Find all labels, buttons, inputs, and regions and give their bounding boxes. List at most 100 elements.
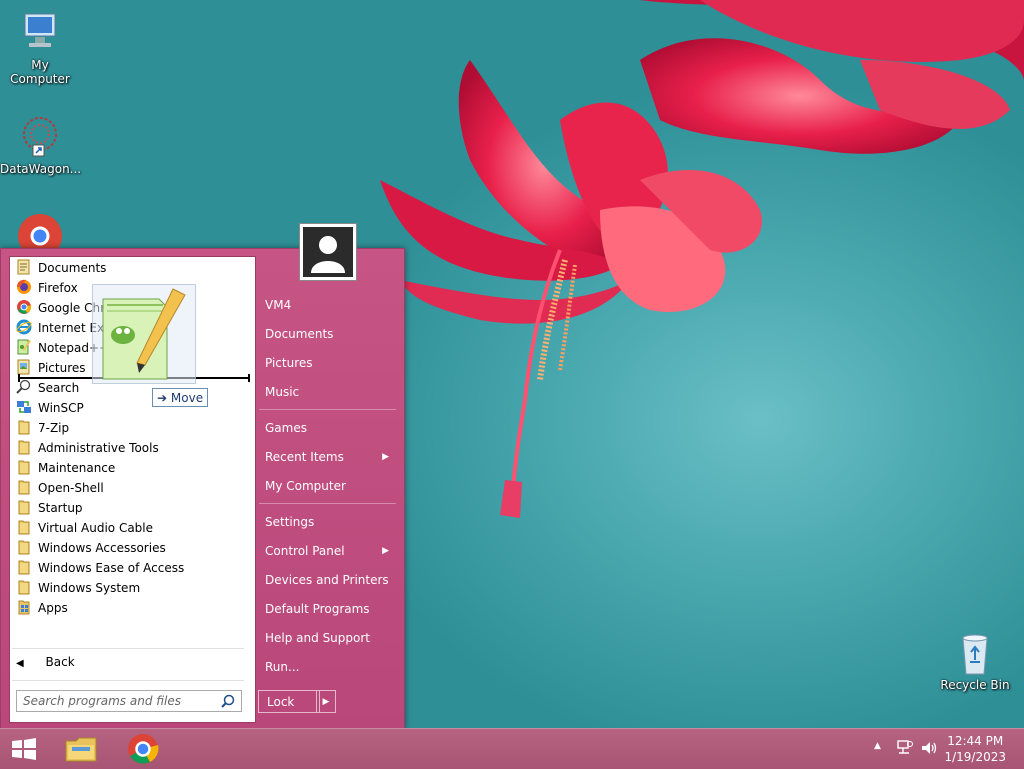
- program-item[interactable]: Apps: [16, 598, 248, 618]
- program-item[interactable]: Open-Shell: [16, 478, 248, 498]
- program-item[interactable]: Administrative Tools: [16, 438, 248, 458]
- chevron-right-icon: ▶: [322, 697, 330, 707]
- start-menu-right-item-label: Help and Support: [265, 631, 370, 645]
- desktop-icon-label: DataWagon...: [0, 162, 82, 176]
- drag-ghost-notepadpp: [92, 284, 196, 384]
- program-item-label: 7-Zip: [38, 421, 70, 435]
- folder-icon: [16, 559, 32, 575]
- back-button[interactable]: ◀ Back: [16, 652, 248, 672]
- folder-icon: [16, 539, 32, 555]
- start-menu-right-item-label: Devices and Printers: [265, 573, 389, 587]
- desktop-icon-label: Recycle Bin: [940, 678, 1010, 692]
- program-item-label: Firefox: [38, 281, 78, 295]
- divider: [12, 680, 244, 681]
- search-box[interactable]: [16, 690, 242, 712]
- clock-date: 1/19/2023: [944, 750, 1006, 764]
- start-menu-right-item[interactable]: Help and Support: [265, 628, 395, 648]
- search-icon[interactable]: [221, 694, 235, 708]
- desktop-icon-my-computer[interactable]: My Computer: [0, 10, 80, 86]
- desktop-icon-label: My Computer: [10, 58, 70, 86]
- program-item[interactable]: Documents: [16, 258, 248, 278]
- start-menu-right-item[interactable]: My Computer: [265, 476, 395, 496]
- notepadpp-icon: [102, 288, 186, 380]
- program-item[interactable]: WinSCP: [16, 398, 248, 418]
- program-item[interactable]: Maintenance: [16, 458, 248, 478]
- program-item[interactable]: Startup: [16, 498, 248, 518]
- start-menu-right-item[interactable]: Settings: [265, 512, 395, 532]
- start-menu-right-item-label: Control Panel: [265, 544, 345, 558]
- program-item[interactable]: Virtual Audio Cable: [16, 518, 248, 538]
- start-menu-right-item[interactable]: Games: [265, 418, 395, 438]
- network-icon[interactable]: [896, 739, 914, 757]
- start-menu-right-item[interactable]: Devices and Printers: [265, 570, 395, 590]
- submenu-arrow-icon: ▶: [382, 452, 389, 462]
- ie-icon: [16, 319, 32, 335]
- start-menu-right-item[interactable]: Documents: [265, 324, 395, 344]
- datawagon-icon: [17, 114, 63, 160]
- user-avatar-icon: [303, 227, 353, 277]
- chrome-icon: [128, 734, 159, 764]
- file-explorer-icon: [65, 737, 97, 762]
- program-item-label: Startup: [38, 501, 83, 515]
- start-menu-right-item[interactable]: Pictures: [265, 353, 395, 373]
- folder-icon: [16, 579, 32, 595]
- program-item[interactable]: Windows Ease of Access: [16, 558, 248, 578]
- start-menu-right-item-label: My Computer: [265, 479, 346, 493]
- program-item[interactable]: 7-Zip: [16, 418, 248, 438]
- start-menu-right-item[interactable]: Recent Items ▶: [265, 447, 395, 467]
- folder-icon: [16, 419, 32, 435]
- start-menu-right-item-label: Music: [265, 385, 300, 399]
- start-menu-right-item[interactable]: Music: [265, 382, 395, 402]
- start-menu-right-item-label: Documents: [265, 327, 334, 341]
- taskbar-file-explorer[interactable]: [64, 733, 98, 765]
- submenu-arrow-icon: ▶: [382, 546, 389, 556]
- program-item-label: Apps: [38, 601, 68, 615]
- start-menu-right-item[interactable]: Control Panel ▶: [265, 541, 395, 561]
- program-item-label: Windows Ease of Access: [38, 561, 185, 575]
- program-item-label: WinSCP: [38, 401, 84, 415]
- taskbar: ▲ 12:44 PM 1/19/2023: [0, 728, 1024, 769]
- firefox-icon: [16, 279, 32, 295]
- folder-icon: [16, 479, 32, 495]
- program-item-label: Open-Shell: [38, 481, 104, 495]
- search-input[interactable]: [17, 691, 225, 711]
- apps-icon: [16, 599, 32, 615]
- start-menu-right-item-label: Pictures: [265, 356, 313, 370]
- tray-overflow-chevron-icon[interactable]: ▲: [874, 741, 881, 751]
- program-item-label: Search: [38, 381, 80, 395]
- separator: [259, 409, 396, 410]
- program-item-label: Virtual Audio Cable: [38, 521, 154, 535]
- lock-button[interactable]: Lock: [258, 690, 320, 713]
- program-item-label: Windows Accessories: [38, 541, 166, 555]
- clock-time: 12:44 PM: [947, 734, 1004, 748]
- start-menu-right-item-label: VM4: [265, 298, 292, 312]
- program-item-label: Maintenance: [38, 461, 116, 475]
- volume-icon[interactable]: [920, 739, 938, 757]
- tray-clock[interactable]: 12:44 PM 1/19/2023: [944, 733, 1006, 765]
- user-picture[interactable]: [300, 224, 356, 280]
- start-menu-right-item[interactable]: Run...: [265, 657, 395, 677]
- start-menu-right-item[interactable]: VM4: [265, 295, 395, 315]
- start-menu-right-item-label: Run...: [265, 660, 300, 674]
- separator: [259, 503, 396, 504]
- taskbar-chrome[interactable]: [126, 732, 160, 766]
- start-menu-right-item[interactable]: Default Programs: [265, 599, 395, 619]
- desktop-icon-datawagon[interactable]: DataWagon...: [0, 114, 82, 176]
- windows-logo-icon: [12, 738, 36, 760]
- program-item-label: Pictures: [38, 361, 86, 375]
- chrome-icon: [16, 299, 32, 315]
- winscp-icon: [16, 399, 32, 415]
- lock-options-button[interactable]: ▶: [316, 690, 336, 713]
- program-item-label: Documents: [38, 261, 107, 275]
- folder-icon: [16, 459, 32, 475]
- lock-label: Lock: [267, 695, 295, 709]
- start-button[interactable]: [10, 737, 38, 761]
- program-item[interactable]: Windows Accessories: [16, 538, 248, 558]
- folder-icon: [16, 499, 32, 515]
- start-menu-right-item-label: Games: [265, 421, 307, 435]
- program-item[interactable]: Windows System: [16, 578, 248, 598]
- desktop-icon-recycle-bin[interactable]: Recycle Bin: [935, 630, 1015, 692]
- start-menu-right-item-label: Recent Items: [265, 450, 344, 464]
- start-menu-right-item-label: Default Programs: [265, 602, 370, 616]
- notepadpp-icon: [16, 339, 32, 355]
